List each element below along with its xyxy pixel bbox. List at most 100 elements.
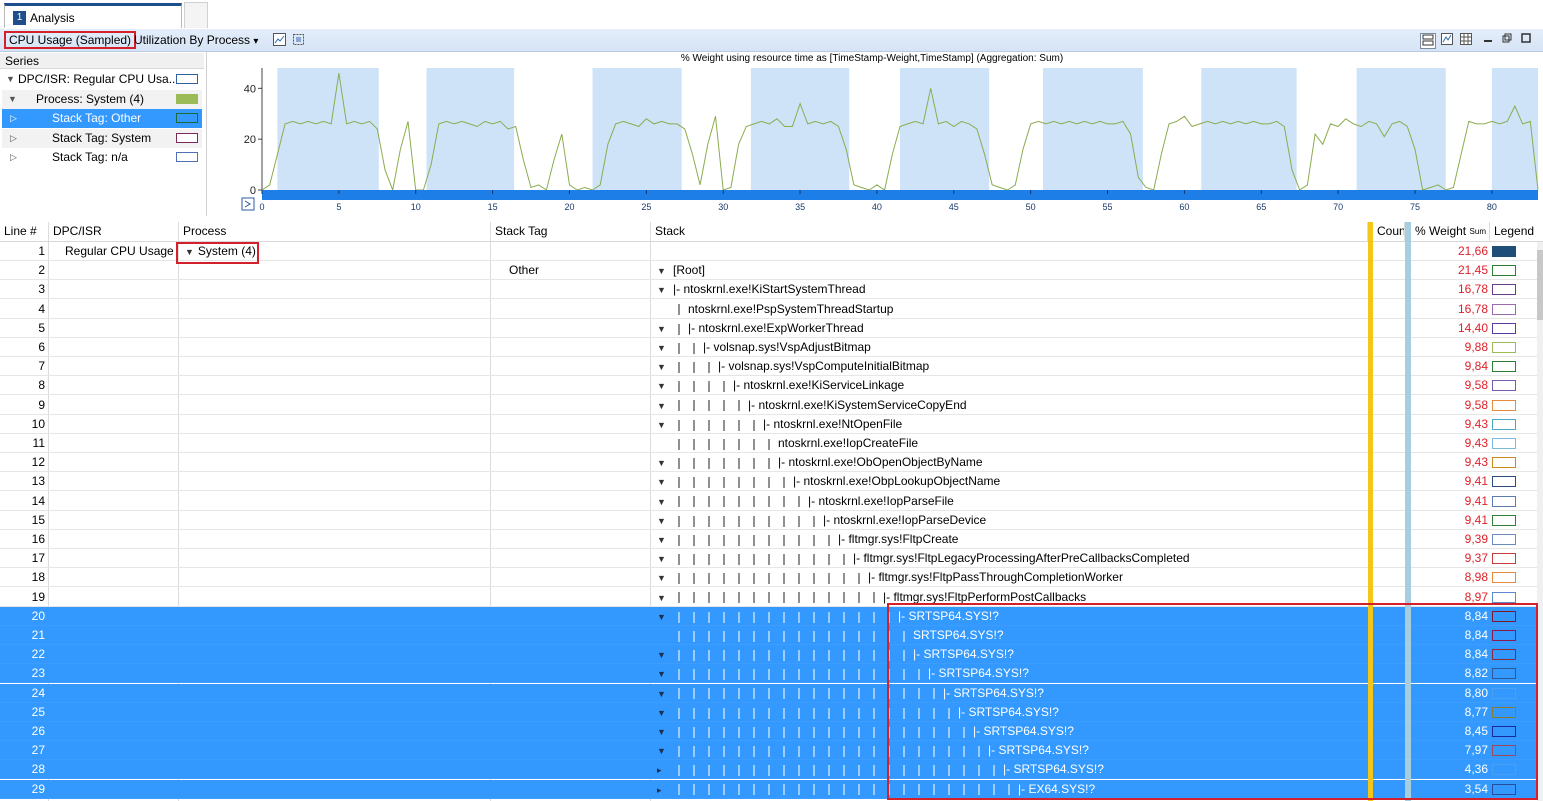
collapse-icon[interactable]: ▼ (657, 723, 669, 741)
table-row[interactable]: 4 ntoskrnl.exe!PspSystemThreadStartup 16,7… (0, 300, 1537, 319)
legend-swatch[interactable] (1492, 495, 1516, 507)
collapse-icon[interactable]: ▼ (657, 742, 669, 760)
table-row[interactable]: 13 ▼ |- ntoskrnl.exe!ObpLookupObjectName 9,… (0, 472, 1537, 492)
legend-swatch[interactable] (1492, 342, 1516, 353)
collapse-icon[interactable]: ▼ (657, 608, 669, 626)
collapse-icon[interactable]: ▼ (657, 550, 669, 568)
column-header-line[interactable]: Line # (0, 222, 49, 241)
column-header-count[interactable]: Coun (1373, 222, 1405, 241)
selection-shading[interactable] (277, 68, 379, 190)
legend-swatch[interactable] (1492, 418, 1516, 430)
collapse-icon[interactable]: ▼ (657, 281, 669, 299)
legend-swatch[interactable] (1492, 246, 1516, 257)
legend-swatch[interactable] (1492, 265, 1516, 277)
restore-icon[interactable] (1500, 33, 1514, 47)
selection-shading[interactable] (1201, 68, 1297, 190)
table-row[interactable]: 10 ▼ |- ntoskrnl.exe!NtOpenFile 9,43 (0, 415, 1537, 434)
zoom-to-fit-button[interactable] (241, 197, 255, 211)
collapse-icon[interactable]: ▼ (657, 454, 669, 472)
series-item[interactable]: ▷ Stack Tag: Other (2, 109, 202, 128)
series-item[interactable]: ▼ DPC/ISR: Regular CPU Usa... (2, 70, 202, 89)
collapse-icon[interactable]: ▼ (657, 704, 669, 722)
legend-swatch[interactable] (1492, 399, 1516, 411)
time-axis-bar[interactable] (262, 190, 1538, 200)
expand-icon[interactable]: ▷ (10, 129, 17, 148)
column-header-process[interactable]: Process (179, 222, 491, 241)
legend-swatch[interactable] (1492, 361, 1516, 373)
collapse-icon[interactable]: ▼ (657, 397, 669, 415)
selection-shading[interactable] (592, 68, 682, 190)
selection-shading[interactable] (750, 68, 850, 190)
select-region-icon[interactable] (291, 33, 305, 47)
collapse-icon[interactable]: ▼ (6, 70, 15, 89)
table-row[interactable]: 9 ▼ |- ntoskrnl.exe!KiSystemServiceCopyEnd… (0, 396, 1537, 415)
table-row[interactable]: 14 ▼ |- ntoskrnl.exe!IopParseFile 9,41 (0, 492, 1537, 511)
collapse-icon[interactable]: ▼ (657, 589, 669, 607)
series-color-swatch[interactable] (176, 113, 198, 123)
expand-icon[interactable]: ▸ (657, 761, 669, 779)
legend-swatch[interactable] (1492, 572, 1516, 584)
legend-swatch[interactable] (1492, 591, 1516, 603)
collapse-icon[interactable]: ▼ (657, 339, 669, 357)
selection-shading[interactable] (1356, 68, 1446, 190)
collapse-icon[interactable]: ▼ (657, 646, 669, 664)
legend-swatch[interactable] (1492, 514, 1516, 526)
table-row[interactable]: 17 ▼ |- fltmgr.sys!FltpLegacyProcessingAft… (0, 549, 1537, 569)
column-header-stack-tag[interactable]: Stack Tag (491, 222, 651, 241)
preset-dropdown[interactable]: Utilization By Process ▾ (134, 33, 258, 47)
new-tab-button[interactable] (184, 2, 208, 28)
selection-shading[interactable] (426, 68, 515, 190)
legend-swatch[interactable] (1492, 438, 1516, 449)
table-row[interactable]: 15 ▼ |- ntoskrnl.exe!IopParseDevice 9,41 (0, 511, 1537, 530)
series-item[interactable]: ▷ Stack Tag: System (2, 128, 202, 148)
table-row[interactable]: 16 ▼ |- fltmgr.sys!FltpCreate 9,39 (0, 530, 1537, 549)
graph-and-table-view-icon[interactable] (1420, 33, 1436, 49)
series-color-swatch[interactable] (176, 74, 198, 84)
series-item[interactable]: ▷ Stack Tag: n/a (2, 148, 202, 167)
legend-swatch[interactable] (1492, 322, 1516, 334)
table-row[interactable]: 5 ▼ |- ntoskrnl.exe!ExpWorkerThread 14,40 (0, 319, 1537, 338)
collapse-icon[interactable]: ▼ (657, 685, 669, 703)
minimize-icon[interactable] (1481, 33, 1495, 47)
chart-options-icon[interactable] (272, 33, 286, 47)
chart-plot[interactable]: 0 20 40 0 5 10 15 20 25 30 35 40 45 50 55 60 65 70 75 80 (207, 52, 1543, 216)
table-only-view-icon[interactable] (1459, 33, 1473, 47)
series-color-swatch[interactable] (176, 93, 198, 104)
expand-icon[interactable]: ▸ (657, 781, 669, 799)
column-header-weight[interactable]: % Weight Sum (1411, 222, 1490, 241)
legend-swatch[interactable] (1492, 553, 1516, 565)
table-row[interactable]: 18 ▼ |- fltmgr.sys!FltpPassThroughCompleti… (0, 568, 1537, 588)
table-row[interactable]: 6 ▼ |- volsnap.sys!VspAdjustBitmap 9,88 (0, 338, 1537, 357)
legend-swatch[interactable] (1492, 303, 1516, 315)
series-color-swatch[interactable] (176, 132, 198, 143)
collapse-icon[interactable]: ▼ (657, 473, 669, 491)
collapse-icon[interactable]: ▼ (657, 569, 669, 587)
expand-icon[interactable]: ▷ (10, 148, 17, 167)
graph-only-view-icon[interactable] (1440, 33, 1454, 47)
collapse-icon[interactable]: ▼ (657, 358, 669, 376)
series-color-swatch[interactable] (176, 152, 198, 162)
collapse-icon[interactable]: ▼ (657, 531, 669, 549)
table-row[interactable]: 2 Other ▼ [Root] 21,45 (0, 261, 1537, 281)
table-row[interactable]: 12 ▼ |- ntoskrnl.exe!ObOpenObjectByName 9,4… (0, 453, 1537, 473)
scrollbar-thumb[interactable] (1537, 250, 1543, 320)
column-header-stack[interactable]: Stack (651, 222, 1368, 241)
collapse-icon[interactable]: ▼ (657, 416, 669, 434)
table-row[interactable]: 11 ntoskrnl.exe!IopCreateFile 9,43 (0, 434, 1537, 453)
column-header-dpc-isr[interactable]: DPC/ISR (49, 222, 179, 241)
series-item[interactable]: ▼ Process: System (4) (2, 89, 202, 109)
column-header-legend[interactable]: Legend (1490, 222, 1537, 241)
collapse-icon[interactable]: ▼ (657, 320, 669, 338)
expand-icon[interactable]: ▷ (10, 109, 17, 128)
table-row[interactable]: 3 ▼ |- ntoskrnl.exe!KiStartSystemThread 16,… (0, 280, 1537, 300)
legend-swatch[interactable] (1492, 534, 1516, 545)
maximize-icon[interactable] (1519, 33, 1533, 47)
graph-title-button[interactable]: CPU Usage (Sampled) (4, 31, 137, 49)
legend-swatch[interactable] (1492, 284, 1516, 296)
collapse-icon[interactable]: ▼ (657, 665, 669, 683)
table-row[interactable]: 8 ▼ |- ntoskrnl.exe!KiServiceLinkage 9,58 (0, 376, 1537, 396)
selection-shading[interactable] (900, 68, 990, 190)
tab-analysis[interactable]: 1 Analysis (4, 3, 182, 28)
legend-swatch[interactable] (1492, 457, 1516, 469)
collapse-icon[interactable]: ▼ (657, 493, 669, 511)
